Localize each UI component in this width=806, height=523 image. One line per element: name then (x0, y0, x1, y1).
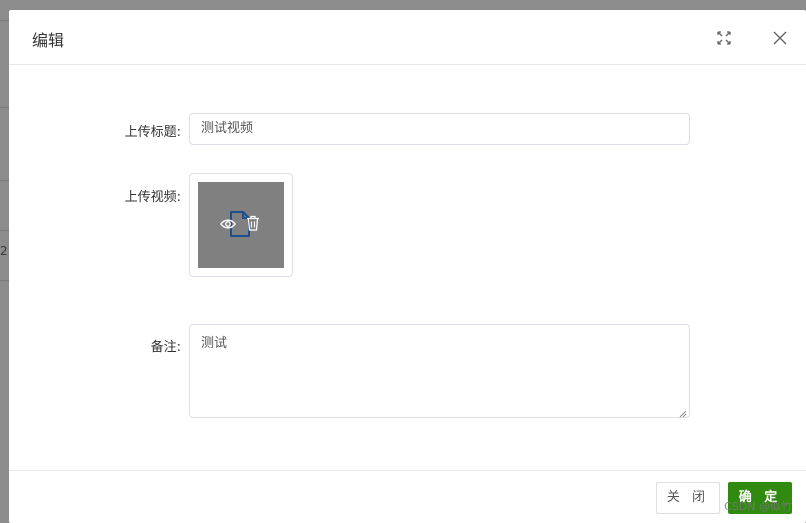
watermark: CSDN @似竹 (724, 500, 792, 513)
video-label: 上传视频: (124, 190, 181, 205)
close-icon[interactable] (771, 29, 789, 47)
remark-textarea[interactable]: 测试 (189, 324, 690, 418)
title-label: 上传标题: (124, 125, 181, 140)
dialog-footer: 关 闭 确 定 (9, 470, 806, 523)
trash-icon[interactable] (246, 215, 260, 235)
dialog-header: 编辑 (9, 10, 806, 65)
title-input[interactable]: 测试视频 (189, 113, 690, 145)
close-button[interactable]: 关 闭 (656, 482, 720, 514)
maximize-icon[interactable] (715, 29, 733, 47)
video-thumbnail (198, 182, 284, 268)
eye-icon[interactable] (220, 217, 236, 235)
bg-text: 2 (0, 244, 8, 258)
remark-label: 备注: (150, 340, 181, 355)
dialog-title: 编辑 (32, 31, 65, 50)
resize-handle-icon[interactable] (679, 407, 687, 418)
video-upload-item[interactable] (189, 173, 293, 277)
edit-dialog: 编辑 上传标题: 测试视频 上传视频: 备注: 测试 关 闭 确 定 (9, 10, 806, 523)
remark-value: 测试 (201, 336, 228, 351)
